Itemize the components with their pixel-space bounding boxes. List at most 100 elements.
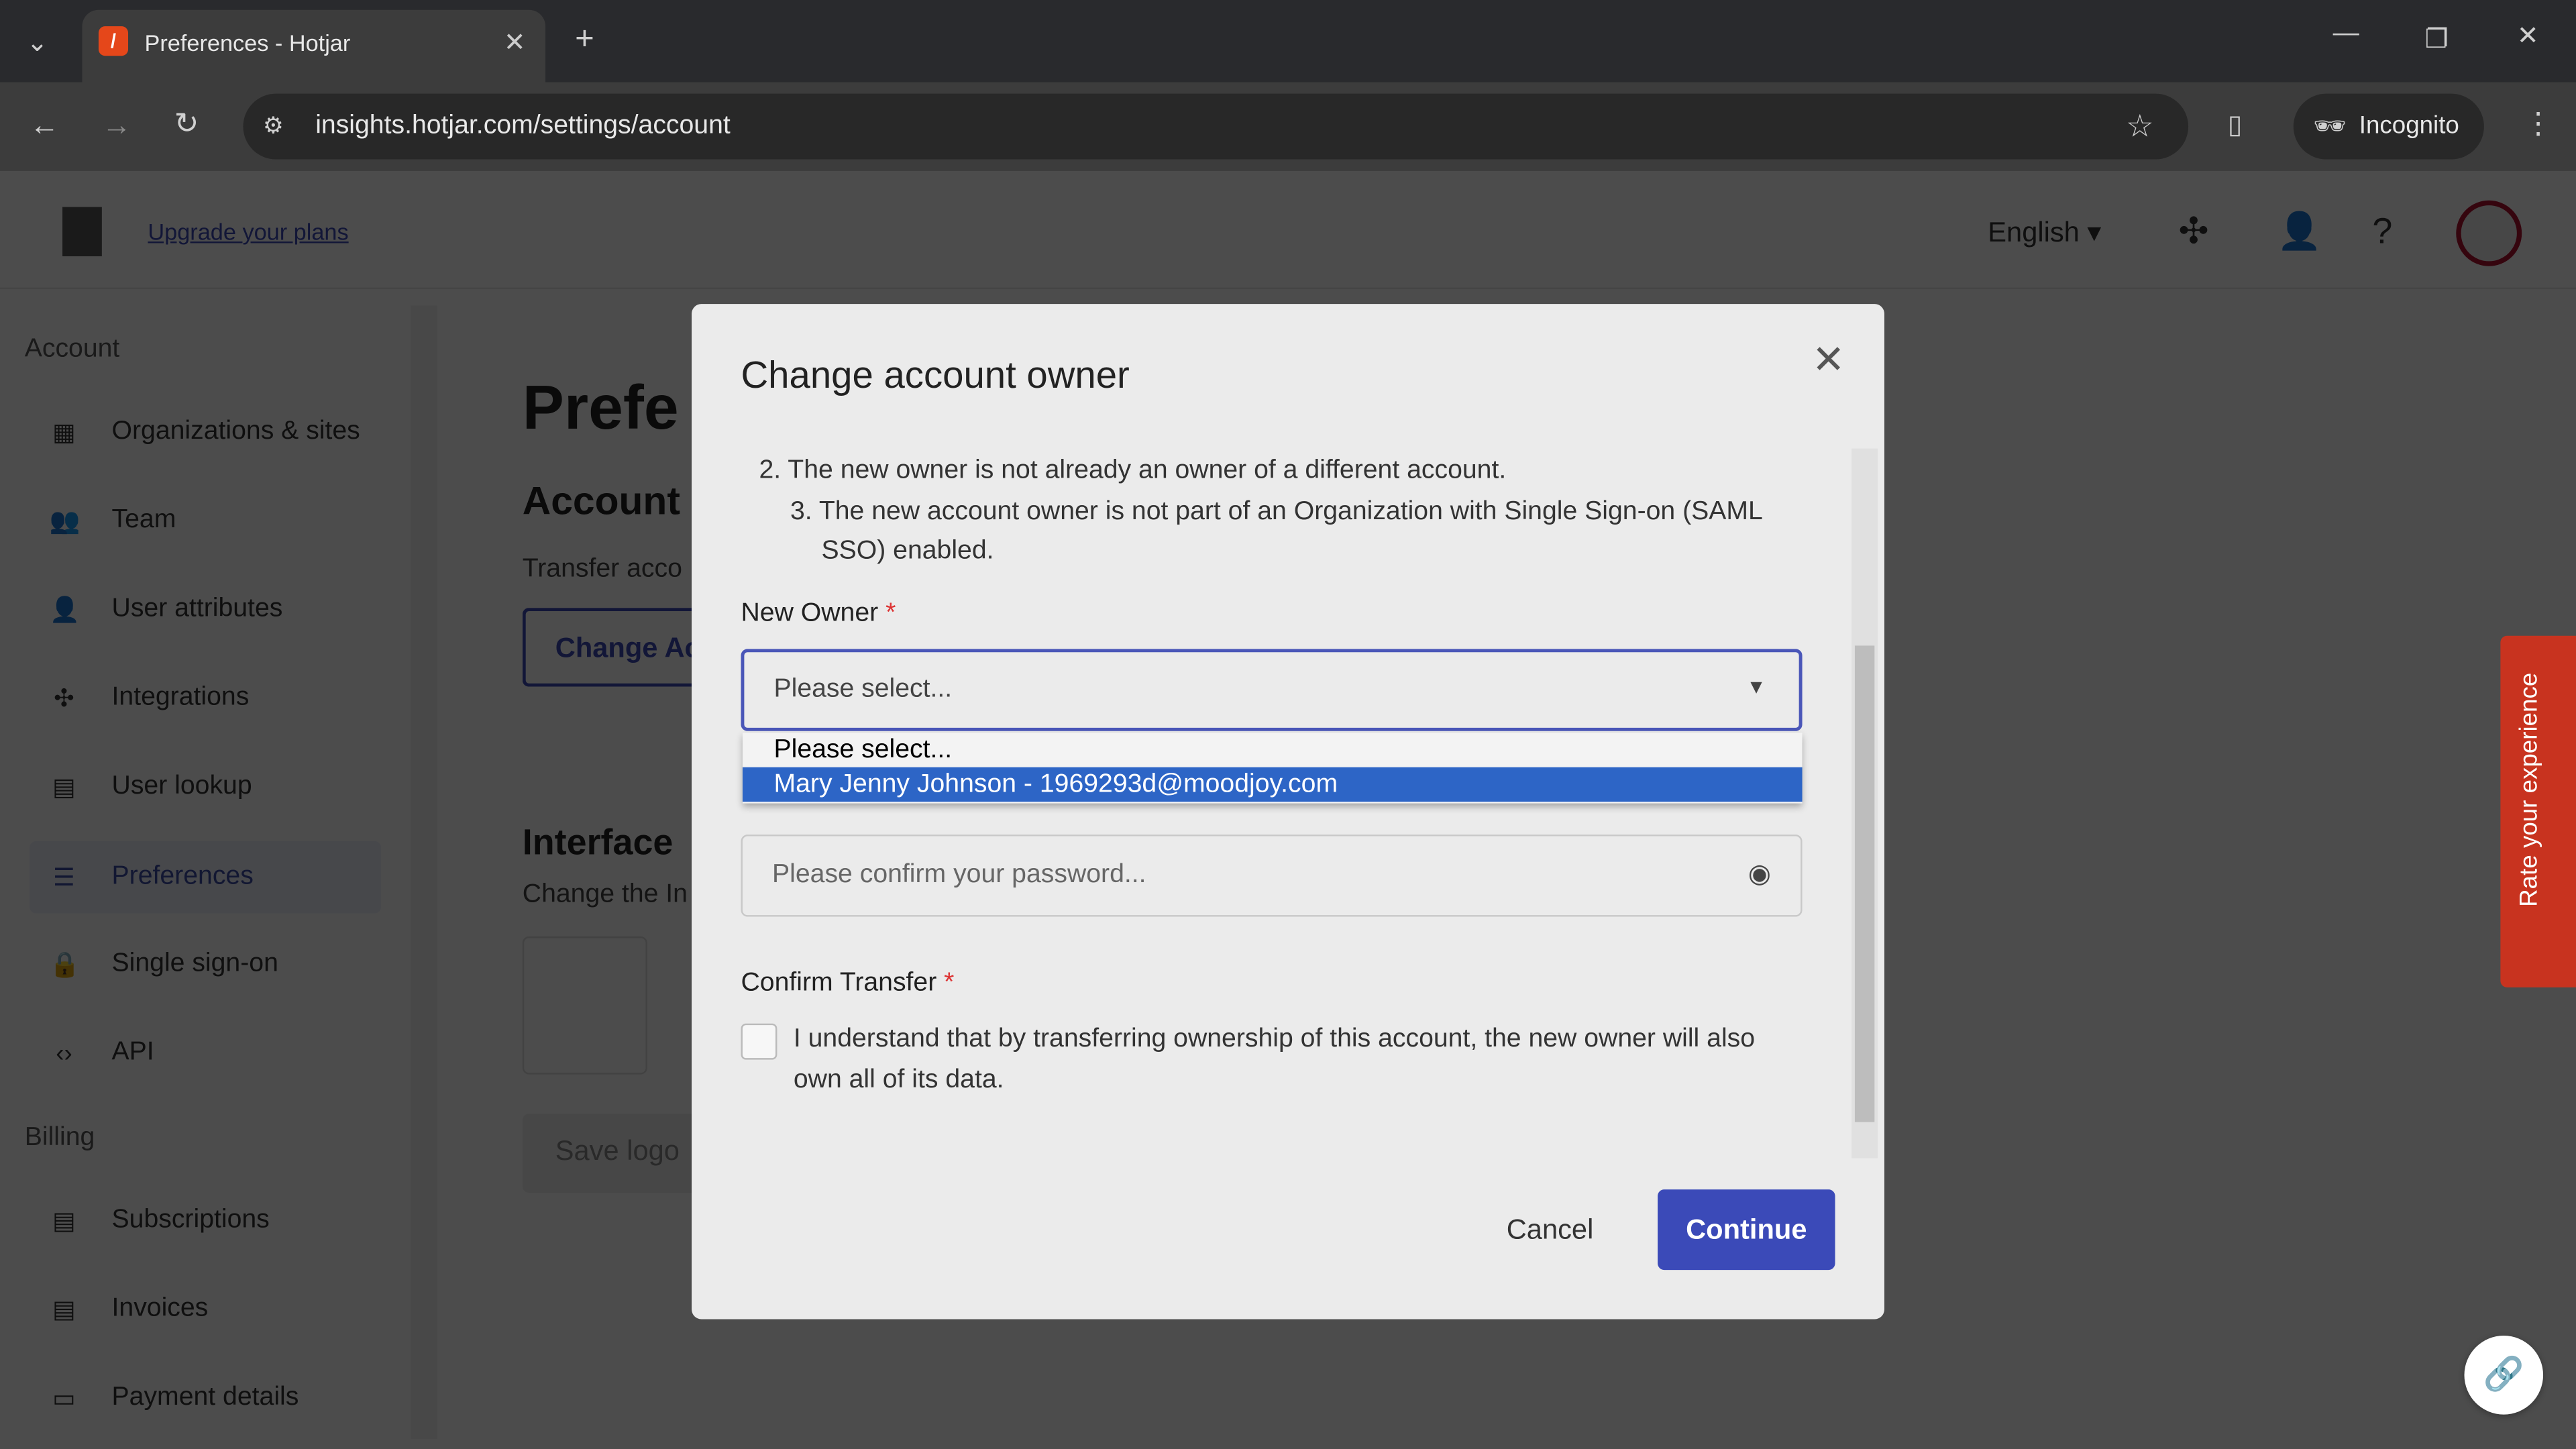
incognito-icon: 🕶 (2313, 113, 2347, 142)
side-panel-icon[interactable]: ▯ (2228, 109, 2243, 142)
sidebar-item-integrations[interactable]: ✣ Integrations (49, 684, 249, 713)
tab-search-icon[interactable]: ⌄ (26, 26, 48, 59)
link-icon[interactable]: 🔗 (2464, 1336, 2544, 1415)
forward-icon[interactable]: → (102, 109, 131, 143)
app-header: Upgrade your plans English ▾ ✣ 👤 ? (0, 171, 2576, 290)
required-mark: * (885, 599, 896, 628)
sidebar-item-label: User lookup (111, 772, 252, 800)
close-icon[interactable]: ✕ (1812, 337, 1845, 384)
restore-icon[interactable]: ❐ (2425, 23, 2449, 56)
sidebar-item-payment[interactable]: ▭ Payment details (49, 1383, 299, 1413)
new-owner-dropdown: Please select... Mary Jenny Johnson - 19… (742, 733, 1803, 804)
conditions-list: 2. The new owner is not already an owner… (741, 451, 1825, 572)
select-value: Please select... (773, 675, 953, 704)
chevron-down-icon: ▼ (1746, 675, 1766, 698)
invite-user-icon[interactable]: 👤 (2277, 210, 2322, 253)
change-owner-label: Change Ac (555, 632, 700, 664)
close-tab-icon[interactable]: ✕ (504, 26, 526, 59)
sidebar-item-team[interactable]: 👥 Team (49, 506, 176, 535)
minimize-icon[interactable]: — (2333, 19, 2359, 49)
sidebar-item-label: Subscriptions (111, 1205, 270, 1234)
new-owner-select[interactable]: Please select... ▼ (741, 649, 1803, 731)
save-logo-button[interactable]: Save logo (522, 1114, 692, 1193)
condition-item: 3. The new account owner is not part of … (790, 496, 1762, 566)
upgrade-link[interactable]: Upgrade your plans (148, 219, 348, 245)
save-logo-label: Save logo (555, 1135, 680, 1167)
condition-item: 2. The new owner is not already an owner… (759, 456, 1507, 485)
sidebar: Account ▦ Organizations & sites 👥 Team 👤 Us… (0, 289, 440, 1449)
sidebar-item-label: Integrations (111, 683, 250, 712)
building-icon: ▦ (52, 419, 76, 447)
continue-button[interactable]: Continue (1658, 1189, 1835, 1271)
puzzle-icon: ✣ (54, 685, 74, 713)
card-icon: ▭ (52, 1385, 76, 1413)
interface-text: Change the In (522, 880, 688, 909)
section-title: Account (522, 480, 680, 525)
sidebar-item-user-attributes[interactable]: 👤 User attributes (49, 595, 282, 625)
sidebar-item-label: User attributes (111, 594, 283, 623)
interface-title: Interface (522, 821, 674, 863)
dropdown-option[interactable]: Please select... (743, 733, 1803, 767)
browser-tab[interactable]: / Preferences - Hotjar ✕ (82, 9, 546, 83)
site-logo (62, 207, 102, 257)
reload-icon[interactable]: ↻ (174, 107, 199, 141)
menu-icon[interactable]: ⋮ (2524, 107, 2553, 141)
url-text: insights.hotjar.com/settings/account (315, 111, 731, 140)
new-owner-label: New Owner * (741, 600, 896, 629)
dropdown-option-highlighted[interactable]: Mary Jenny Johnson - 1969293d@moodjoy.co… (742, 767, 1803, 802)
user-icon: 👤 (49, 596, 80, 625)
sidebar-item-label: Payment details (111, 1383, 299, 1411)
code-icon: ‹› (56, 1038, 72, 1067)
sidebar-item-label: API (111, 1038, 154, 1067)
close-window-icon[interactable]: ✕ (2517, 19, 2539, 52)
sliders-icon: ☰ (53, 864, 75, 892)
site-info-icon[interactable]: ⚙ (263, 112, 284, 140)
language-select[interactable]: English ▾ (1988, 217, 2101, 250)
incognito-indicator[interactable]: 🕶 Incognito (2293, 93, 2484, 160)
language-label: English (1988, 217, 2080, 248)
help-icon[interactable]: ? (2372, 210, 2392, 253)
avatar[interactable] (2456, 200, 2522, 266)
incognito-label: Incognito (2359, 111, 2459, 140)
sidebar-item-sso[interactable]: 🔒 Single sign-on (49, 950, 278, 979)
confirm-transfer-label: Confirm Transfer * (741, 969, 954, 999)
sidebar-item-api[interactable]: ‹› API (49, 1038, 154, 1068)
receipt-icon: ▤ (52, 1208, 76, 1236)
new-tab-icon[interactable]: + (575, 21, 594, 59)
change-owner-button[interactable]: Change Ac (522, 608, 700, 687)
back-icon[interactable]: ← (30, 109, 59, 143)
confirm-checkbox[interactable] (741, 1023, 777, 1060)
new-owner-label-text: New Owner (741, 599, 879, 628)
cancel-button[interactable]: Cancel (1507, 1214, 1594, 1247)
sidebar-item-subscriptions[interactable]: ▤ Subscriptions (49, 1205, 270, 1236)
sidebar-item-organizations[interactable]: ▦ Organizations & sites (49, 417, 360, 447)
logo-preview[interactable] (522, 936, 647, 1075)
sidebar-item-label: Preferences (111, 862, 254, 891)
eye-icon[interactable]: ◉ (1748, 857, 1771, 890)
scrollbar-thumb[interactable] (1854, 645, 1875, 1122)
sidebar-item-invoices[interactable]: ▤ Invoices (49, 1295, 208, 1324)
password-placeholder: Please confirm your password... (772, 861, 1146, 889)
required-mark: * (944, 969, 955, 998)
sidebar-section-billing: Billing (24, 1124, 95, 1152)
dialog-title: Change account owner (741, 353, 1130, 396)
sidebar-scrollbar[interactable] (411, 305, 437, 1440)
sidebar-item-label: Team (111, 506, 176, 534)
dialog-scrollbar[interactable] (1851, 448, 1878, 1159)
lock-icon: 🔒 (49, 951, 80, 979)
bookmark-star-icon[interactable]: ☆ (2126, 109, 2154, 146)
confirm-label-text: Confirm Transfer (741, 969, 937, 998)
sidebar-item-user-lookup[interactable]: ▤ User lookup (49, 772, 252, 802)
password-input[interactable]: Please confirm your password... ◉ (741, 835, 1803, 917)
page-title: Prefe (522, 374, 679, 444)
tab-title: Preferences - Hotjar (144, 30, 351, 56)
hotjar-favicon: / (98, 26, 129, 56)
confirm-text: I understand that by transferring owners… (793, 1025, 1756, 1093)
sidebar-item-label: Invoices (111, 1294, 209, 1323)
rate-experience-tab[interactable]: Rate your experience (2500, 635, 2576, 987)
puzzle-icon[interactable]: ✣ (2178, 210, 2208, 253)
address-bar[interactable]: ⚙ insights.hotjar.com/settings/account ☆ (243, 93, 2189, 160)
sidebar-item-label: Organizations & sites (111, 417, 360, 445)
sidebar-item-preferences[interactable]: ☰ Preferences (30, 841, 382, 914)
sidebar-item-label: Single sign-on (111, 949, 278, 978)
